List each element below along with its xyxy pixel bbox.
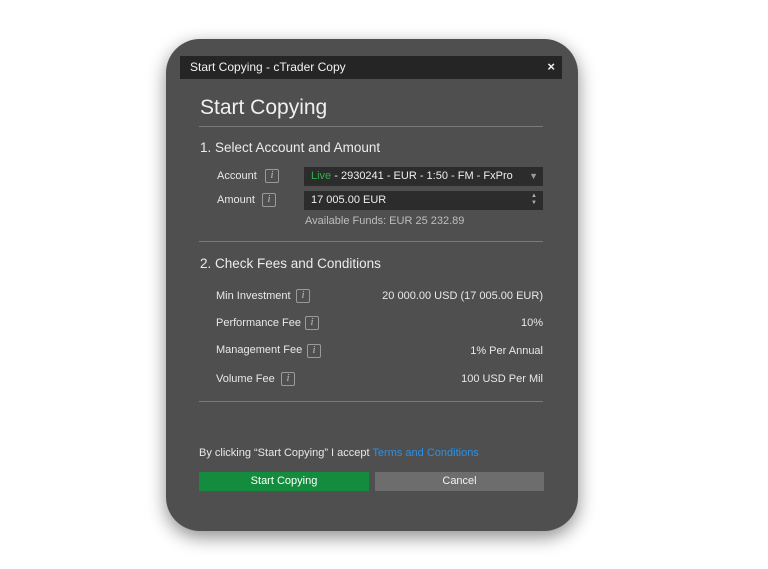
page-title: Start Copying	[200, 96, 328, 119]
account-details: - 2930241 - EUR - 1:50 - FM - FxPro	[331, 170, 513, 182]
fee-label-volume: Volume Fee	[216, 373, 275, 385]
section-select-account-title: 1. Select Account and Amount	[200, 140, 381, 155]
title-bar: Start Copying - cTrader Copy ×	[180, 56, 562, 79]
terms-link[interactable]: Terms and Conditions	[372, 447, 478, 459]
increment-icon[interactable]: ▲	[530, 193, 538, 200]
min-investment-info-icon[interactable]: i	[296, 289, 310, 303]
consent-text: By clicking “Start Copying” I accept Ter…	[199, 447, 479, 459]
start-copying-button[interactable]: Start Copying	[199, 472, 369, 491]
fee-value-volume: 100 USD Per Mil	[461, 373, 543, 385]
fee-label-management: Management Fee	[216, 344, 303, 356]
window-title: Start Copying - cTrader Copy	[190, 60, 346, 74]
volume-fee-info-icon[interactable]: i	[281, 372, 295, 386]
amount-label: Amount	[217, 194, 255, 206]
performance-fee-info-icon[interactable]: i	[305, 316, 319, 330]
close-icon[interactable]: ×	[547, 59, 555, 74]
fee-value-performance: 10%	[520, 317, 543, 329]
fee-value-min-investment: 20 000.00 USD (17 005.00 EUR)	[382, 290, 543, 302]
amount-stepper[interactable]: 17 005.00 EUR ▲ ▼	[304, 191, 543, 210]
amount-value: 17 005.00 EUR	[311, 194, 387, 206]
management-fee-info-icon[interactable]: i	[307, 344, 321, 358]
account-type: Live	[311, 170, 332, 182]
chevron-down-icon: ▼	[529, 171, 538, 181]
divider	[199, 241, 543, 242]
fee-label-min-investment: Min Investment	[216, 290, 291, 302]
fee-value-management: 1% Per Annual	[470, 345, 543, 357]
cancel-button[interactable]: Cancel	[375, 472, 544, 491]
available-funds: Available Funds: EUR 25 232.89	[305, 215, 465, 227]
account-info-icon[interactable]: i	[265, 169, 279, 183]
account-label: Account	[217, 170, 257, 182]
fee-label-performance: Performance Fee	[216, 317, 301, 329]
divider	[199, 401, 543, 402]
stepper-arrows[interactable]: ▲ ▼	[530, 193, 538, 207]
consent-label: By clicking “Start Copying” I accept	[199, 447, 373, 459]
amount-info-icon[interactable]: i	[262, 193, 276, 207]
section-fees-title: 2. Check Fees and Conditions	[200, 256, 381, 271]
account-select[interactable]: Live - 2930241 - EUR - 1:50 - FM - FxPro…	[304, 167, 543, 186]
decrement-icon[interactable]: ▼	[530, 200, 538, 207]
divider	[199, 126, 543, 127]
